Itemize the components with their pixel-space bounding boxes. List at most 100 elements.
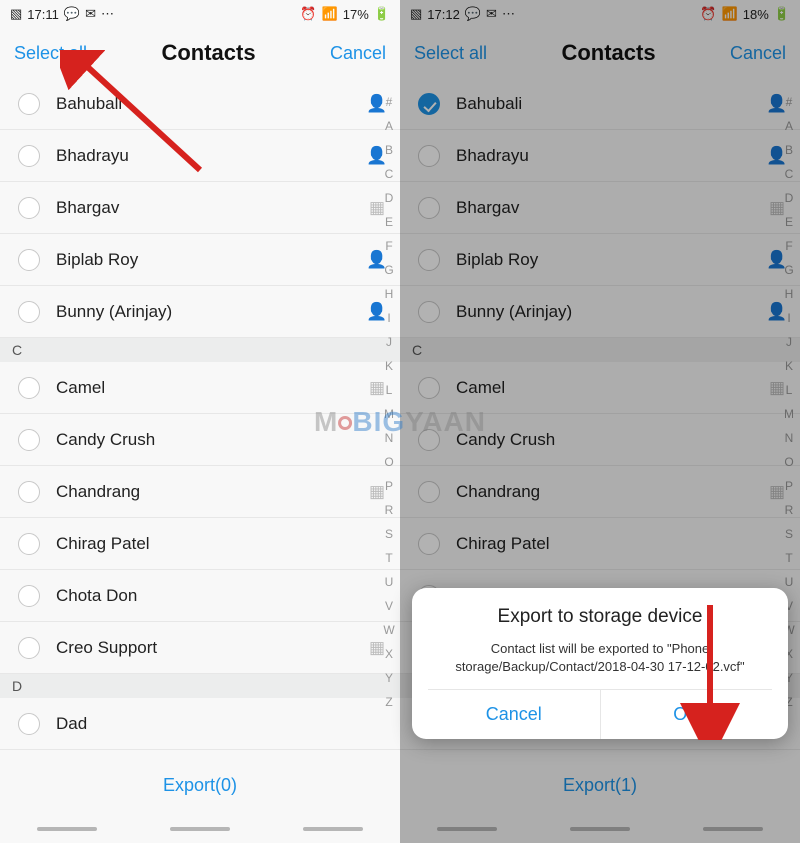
contact-row[interactable]: Bhargav▦: [0, 182, 400, 234]
select-checkbox[interactable]: [18, 377, 40, 399]
index-letter[interactable]: Y: [381, 666, 397, 690]
index-letter[interactable]: U: [381, 570, 397, 594]
index-letter[interactable]: T: [381, 546, 397, 570]
index-letter[interactable]: T: [781, 546, 797, 570]
index-letter[interactable]: E: [781, 210, 797, 234]
index-letter[interactable]: D: [781, 186, 797, 210]
select-checkbox[interactable]: [18, 585, 40, 607]
android-nav-bar[interactable]: [0, 827, 400, 831]
select-checkbox[interactable]: [18, 481, 40, 503]
select-checkbox[interactable]: [18, 249, 40, 271]
select-checkbox[interactable]: [18, 197, 40, 219]
contact-row[interactable]: Chirag Patel: [0, 518, 400, 570]
select-checkbox[interactable]: [418, 533, 440, 555]
index-letter[interactable]: D: [381, 186, 397, 210]
select-checkbox[interactable]: [418, 197, 440, 219]
select-all-button[interactable]: Select all: [414, 43, 487, 64]
contact-row[interactable]: Creo Support▦: [0, 622, 400, 674]
contact-row[interactable]: Bhargav▦: [400, 182, 800, 234]
cancel-button[interactable]: Cancel: [330, 43, 386, 64]
index-letter[interactable]: J: [381, 330, 397, 354]
contact-list[interactable]: Bahubali👤Bhadrayu👤Bhargav▦Biplab Roy👤Bun…: [0, 78, 400, 750]
select-checkbox[interactable]: [18, 429, 40, 451]
index-letter[interactable]: L: [381, 378, 397, 402]
select-checkbox[interactable]: [418, 429, 440, 451]
contact-row[interactable]: Bhadrayu👤: [400, 130, 800, 182]
index-letter[interactable]: M: [781, 402, 797, 426]
export-button[interactable]: Export(1): [400, 763, 800, 796]
select-checkbox[interactable]: [18, 93, 40, 115]
select-checkbox[interactable]: [18, 533, 40, 555]
alpha-index[interactable]: #ABCDEFGHIJKLMNOPRSTUVWXYZ: [381, 90, 397, 714]
index-letter[interactable]: C: [381, 162, 397, 186]
contact-row[interactable]: Biplab Roy👤: [0, 234, 400, 286]
contact-row[interactable]: Candy Crush: [0, 414, 400, 466]
index-letter[interactable]: H: [381, 282, 397, 306]
index-letter[interactable]: B: [781, 138, 797, 162]
index-letter[interactable]: #: [381, 90, 397, 114]
index-letter[interactable]: J: [781, 330, 797, 354]
contact-row[interactable]: Bahubali👤: [400, 78, 800, 130]
index-letter[interactable]: C: [781, 162, 797, 186]
select-checkbox[interactable]: [418, 93, 440, 115]
index-letter[interactable]: F: [381, 234, 397, 258]
index-letter[interactable]: F: [781, 234, 797, 258]
index-letter[interactable]: W: [381, 618, 397, 642]
select-checkbox[interactable]: [18, 301, 40, 323]
index-letter[interactable]: G: [781, 258, 797, 282]
dialog-ok-button[interactable]: OK: [601, 690, 773, 739]
contact-row[interactable]: Bahubali👤: [0, 78, 400, 130]
index-letter[interactable]: G: [381, 258, 397, 282]
index-letter[interactable]: #: [781, 90, 797, 114]
contact-row[interactable]: Bunny (Arinjay)👤: [400, 286, 800, 338]
index-letter[interactable]: S: [781, 522, 797, 546]
index-letter[interactable]: A: [781, 114, 797, 138]
index-letter[interactable]: O: [381, 450, 397, 474]
contact-row[interactable]: Chota Don: [0, 570, 400, 622]
index-letter[interactable]: P: [381, 474, 397, 498]
index-letter[interactable]: O: [781, 450, 797, 474]
index-letter[interactable]: I: [381, 306, 397, 330]
cancel-button[interactable]: Cancel: [730, 43, 786, 64]
contact-row[interactable]: Camel▦: [400, 362, 800, 414]
index-letter[interactable]: H: [781, 282, 797, 306]
index-letter[interactable]: A: [381, 114, 397, 138]
index-letter[interactable]: K: [781, 354, 797, 378]
select-checkbox[interactable]: [18, 145, 40, 167]
select-checkbox[interactable]: [418, 377, 440, 399]
select-checkbox[interactable]: [418, 301, 440, 323]
export-button[interactable]: Export(0): [0, 763, 400, 796]
index-letter[interactable]: M: [381, 402, 397, 426]
select-checkbox[interactable]: [418, 481, 440, 503]
index-letter[interactable]: B: [381, 138, 397, 162]
android-nav-bar[interactable]: [400, 827, 800, 831]
index-letter[interactable]: X: [381, 642, 397, 666]
contact-row[interactable]: Candy Crush: [400, 414, 800, 466]
index-letter[interactable]: K: [381, 354, 397, 378]
index-letter[interactable]: R: [781, 498, 797, 522]
contact-row[interactable]: Chandrang▦: [0, 466, 400, 518]
index-letter[interactable]: Z: [381, 690, 397, 714]
contact-row[interactable]: Bhadrayu👤: [0, 130, 400, 182]
select-checkbox[interactable]: [418, 249, 440, 271]
contact-row[interactable]: Chandrang▦: [400, 466, 800, 518]
select-checkbox[interactable]: [18, 713, 40, 735]
index-letter[interactable]: N: [781, 426, 797, 450]
contact-row[interactable]: Bunny (Arinjay)👤: [0, 286, 400, 338]
select-checkbox[interactable]: [418, 145, 440, 167]
index-letter[interactable]: V: [381, 594, 397, 618]
select-checkbox[interactable]: [18, 637, 40, 659]
contact-row[interactable]: Chirag Patel: [400, 518, 800, 570]
contact-row[interactable]: Dad: [0, 698, 400, 750]
contact-row[interactable]: Camel▦: [0, 362, 400, 414]
index-letter[interactable]: N: [381, 426, 397, 450]
contact-row[interactable]: Biplab Roy👤: [400, 234, 800, 286]
index-letter[interactable]: R: [381, 498, 397, 522]
index-letter[interactable]: U: [781, 570, 797, 594]
index-letter[interactable]: L: [781, 378, 797, 402]
index-letter[interactable]: S: [381, 522, 397, 546]
select-all-button[interactable]: Select all: [14, 43, 87, 64]
dialog-cancel-button[interactable]: Cancel: [428, 690, 601, 739]
index-letter[interactable]: I: [781, 306, 797, 330]
index-letter[interactable]: P: [781, 474, 797, 498]
